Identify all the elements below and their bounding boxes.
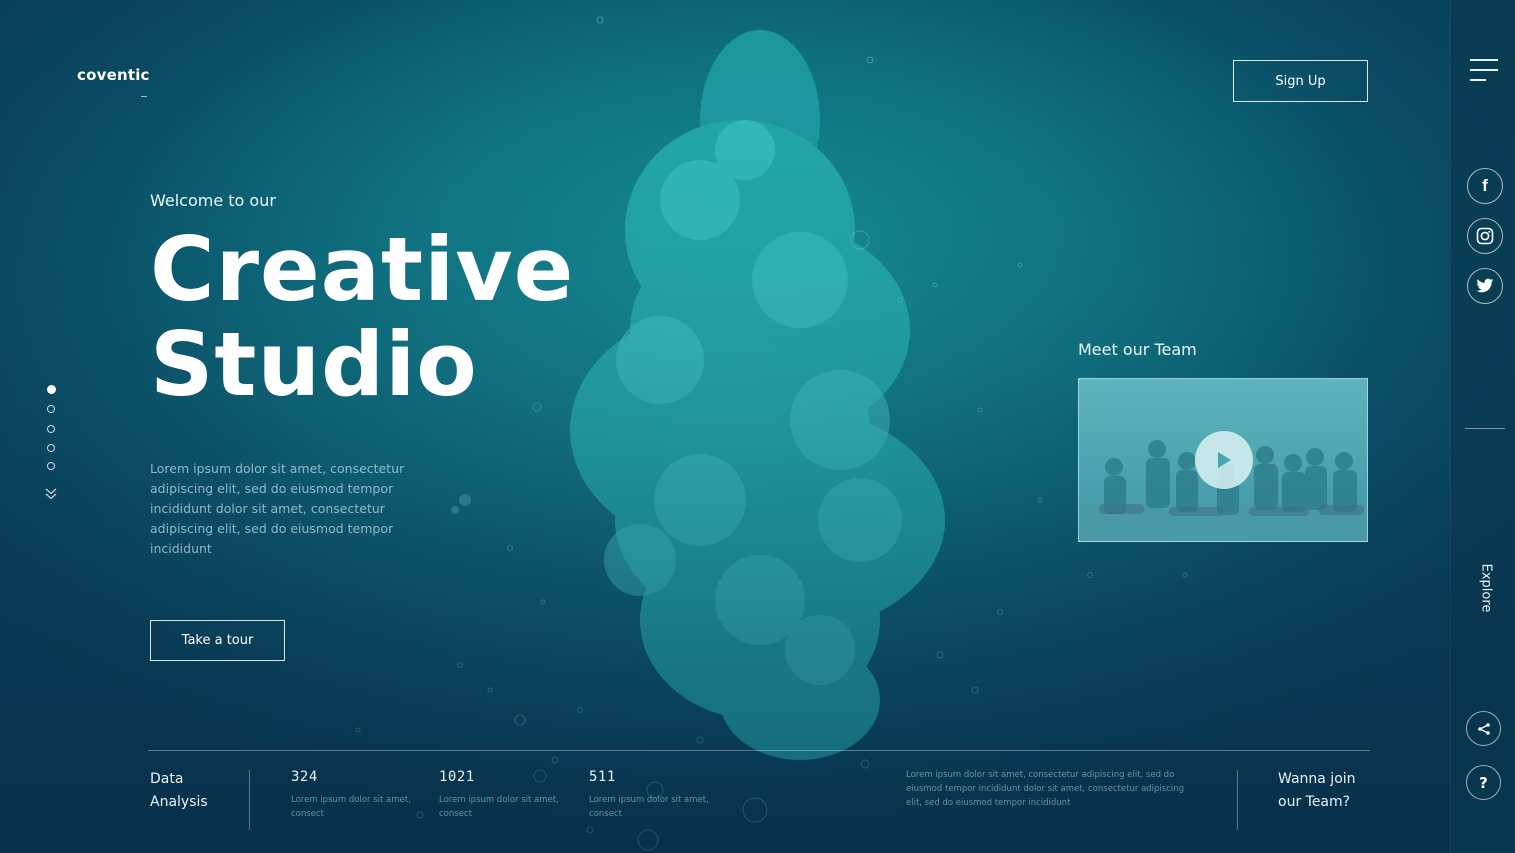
sidebar-divider (1465, 428, 1505, 429)
play-video-button[interactable] (1195, 431, 1253, 489)
help-icon: ? (1479, 773, 1488, 792)
join-team-line-1: Wanna join (1278, 771, 1356, 787)
facebook-icon[interactable]: f (1467, 168, 1503, 204)
hero-title-line-2: Studio (150, 313, 478, 416)
meet-team-heading: Meet our Team (1078, 340, 1197, 359)
hero-title: Creative Studio (150, 222, 574, 412)
stat-value: 511 (589, 769, 616, 785)
facebook-glyph: f (1482, 176, 1488, 195)
pagination-dot-1[interactable] (46, 385, 56, 394)
footer-divider (148, 750, 1370, 751)
stat-item-1: 324 Lorem ipsum dolor sit amet, consect (291, 769, 411, 821)
twitter-glyph (1476, 278, 1494, 293)
join-team-link[interactable]: Wanna join our Team? (1278, 768, 1356, 814)
stat-item-2: 1021 Lorem ipsum dolor sit amet, consect (439, 769, 559, 821)
data-analysis-label: Data Analysis (150, 768, 208, 814)
team-video-thumbnail[interactable] (1078, 378, 1368, 542)
brand-logo[interactable]: coventic (77, 66, 150, 84)
instagram-icon[interactable] (1467, 218, 1503, 254)
share-icon (1477, 722, 1490, 735)
logo-underline (141, 96, 147, 97)
scroll-down-chevron-icon[interactable] (44, 487, 58, 501)
hamburger-menu-icon[interactable] (1470, 59, 1498, 83)
take-a-tour-button[interactable]: Take a tour (150, 620, 285, 661)
footer-paragraph: Lorem ipsum dolor sit amet, consectetur … (906, 770, 1185, 808)
data-analysis-line-2: Analysis (150, 794, 208, 810)
pagination-dot-5[interactable] (47, 462, 55, 470)
stat-description: Lorem ipsum dolor sit amet, consect (291, 795, 411, 819)
hero-description: Lorem ipsum dolor sit amet, consectetur … (150, 461, 405, 556)
stat-description: Lorem ipsum dolor sit amet, consect (439, 795, 559, 819)
footer-vertical-divider-right (1237, 770, 1238, 830)
pagination-dot-4[interactable] (47, 444, 55, 452)
instagram-glyph (1476, 227, 1494, 245)
footer-vertical-divider-left (249, 770, 250, 830)
stat-value: 1021 (439, 769, 475, 785)
help-button[interactable]: ? (1466, 765, 1501, 800)
explore-link[interactable]: Explore (1479, 564, 1494, 613)
hero-welcome-text: Welcome to our (150, 191, 276, 210)
share-button[interactable] (1466, 711, 1501, 746)
pagination-dot-3[interactable] (47, 425, 55, 433)
sign-up-button[interactable]: Sign Up (1233, 60, 1368, 102)
stat-description: Lorem ipsum dolor sit amet, consect (589, 795, 709, 819)
pagination-dot-2[interactable] (47, 405, 55, 413)
hero-title-line-1: Creative (150, 218, 575, 321)
data-analysis-line-1: Data (150, 771, 184, 787)
stat-value: 324 (291, 769, 318, 785)
stat-item-3: 511 Lorem ipsum dolor sit amet, consect (589, 769, 709, 821)
twitter-icon[interactable] (1467, 268, 1503, 304)
join-team-line-2: our Team? (1278, 794, 1351, 810)
play-icon (1218, 452, 1231, 468)
